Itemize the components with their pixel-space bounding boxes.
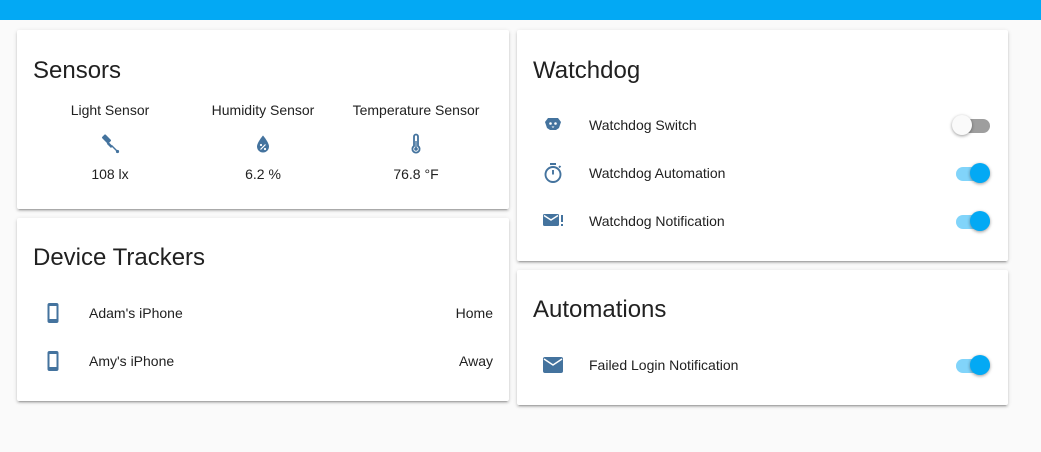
toggle-thumb bbox=[970, 355, 990, 375]
device-name: Amy's iPhone bbox=[89, 353, 175, 369]
sensors-card: Sensors Light Sensor 108 lx Humidity Sen… bbox=[17, 30, 509, 209]
sensor-value: 108 lx bbox=[91, 166, 129, 182]
sensor-temperature[interactable]: Temperature Sensor 76.8 °F bbox=[346, 102, 486, 182]
watchdog-automation-row: Watchdog Automation bbox=[533, 153, 992, 193]
card-title: Sensors bbox=[33, 57, 122, 84]
card-title: Automations bbox=[533, 296, 667, 323]
watchdog-notification-toggle[interactable] bbox=[952, 211, 992, 233]
cellphone-icon bbox=[41, 349, 65, 373]
sensor-name: Light Sensor bbox=[70, 102, 150, 118]
entity-name: Failed Login Notification bbox=[589, 357, 739, 373]
app-header-bar bbox=[0, 0, 1041, 20]
timer-icon bbox=[541, 161, 565, 185]
watchdog-switch-toggle[interactable] bbox=[952, 115, 992, 137]
card-title: Watchdog bbox=[533, 57, 641, 84]
watchdog-notification-row: Watchdog Notification bbox=[533, 201, 992, 241]
sensor-name: Temperature Sensor bbox=[352, 102, 480, 118]
sensor-light[interactable]: Light Sensor 108 lx bbox=[40, 102, 180, 182]
sensor-value: 6.2 % bbox=[245, 166, 281, 182]
light-sensor-icon bbox=[98, 132, 122, 156]
dog-icon bbox=[541, 113, 565, 137]
device-trackers-card: Device Trackers Adam's iPhone Home Amy's… bbox=[17, 218, 509, 401]
watchdog-automation-toggle[interactable] bbox=[952, 163, 992, 185]
water-percent-icon bbox=[251, 132, 275, 156]
toggle-thumb bbox=[970, 163, 990, 183]
device-tracker-row[interactable]: Amy's iPhone Away bbox=[33, 341, 493, 381]
device-state: Home bbox=[455, 305, 493, 321]
device-state: Away bbox=[459, 353, 493, 369]
toggle-thumb bbox=[970, 211, 990, 231]
email-alert-icon bbox=[541, 209, 565, 233]
cellphone-icon bbox=[41, 301, 65, 325]
device-tracker-row[interactable]: Adam's iPhone Home bbox=[33, 293, 493, 333]
failed-login-notification-row: Failed Login Notification bbox=[533, 345, 992, 385]
failed-login-notification-toggle[interactable] bbox=[952, 355, 992, 377]
automations-card: Automations Failed Login Notification bbox=[517, 270, 1008, 405]
watchdog-switch-row: Watchdog Switch bbox=[533, 105, 992, 145]
email-icon bbox=[541, 353, 565, 377]
entity-name: Watchdog Switch bbox=[589, 117, 697, 133]
sensor-name: Humidity Sensor bbox=[211, 102, 315, 118]
entity-name: Watchdog Automation bbox=[589, 165, 726, 181]
watchdog-card: Watchdog Watchdog Switch Watchdog Automa… bbox=[517, 30, 1008, 261]
thermometer-icon bbox=[404, 132, 428, 156]
toggle-thumb bbox=[952, 115, 972, 135]
entity-name: Watchdog Notification bbox=[589, 213, 725, 229]
card-title: Device Trackers bbox=[33, 244, 206, 271]
device-name: Adam's iPhone bbox=[89, 305, 183, 321]
sensor-value: 76.8 °F bbox=[393, 166, 439, 182]
sensor-humidity[interactable]: Humidity Sensor 6.2 % bbox=[193, 102, 333, 182]
